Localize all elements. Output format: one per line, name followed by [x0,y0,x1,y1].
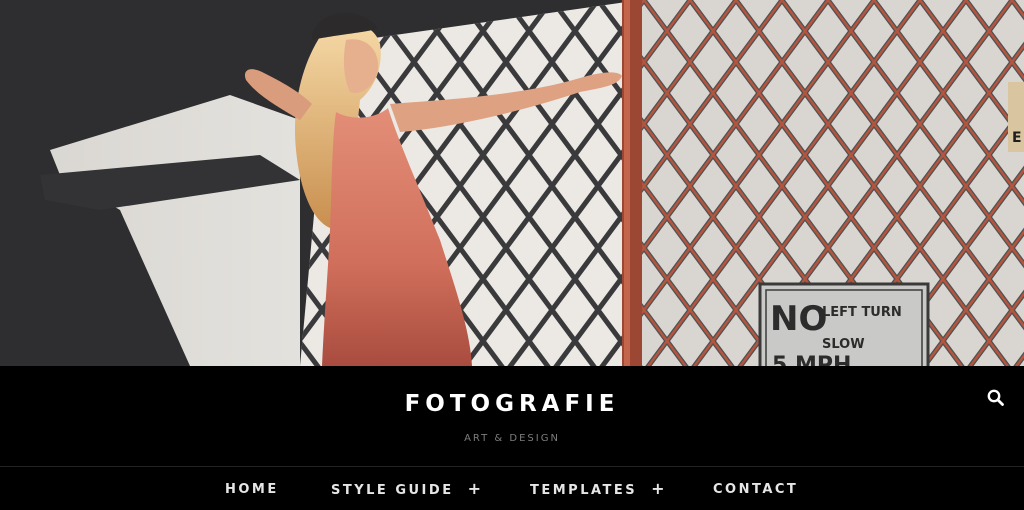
search-icon [987,389,1004,406]
nav-item-label: CONTACT [713,482,799,497]
hero-photo-illustration: NO LEFT TURN SLOW 5 MPH E [0,0,1024,366]
plus-icon[interactable]: + [651,481,667,497]
nav-item-label: TEMPLATES [530,483,638,498]
sign-text-no: NO [770,299,827,339]
nav-item-style-guide[interactable]: STYLE GUIDE + [331,481,484,499]
search-button[interactable] [986,388,1006,408]
site-header: FOTOGRAFIE ART & DESIGN [0,366,1024,467]
nav-item-contact[interactable]: CONTACT [713,482,798,497]
hero-image: NO LEFT TURN SLOW 5 MPH E [0,0,1024,366]
nav-item-label: HOME [225,482,279,497]
site-tagline: ART & DESIGN [464,433,560,444]
nav-item-home[interactable]: HOME [225,482,279,497]
site-title[interactable]: FOTOGRAFIE [0,391,1024,417]
sign-text-speed: 5 MPH [772,353,851,366]
plus-icon[interactable]: + [468,481,484,497]
sign-text-slow: SLOW [822,337,865,352]
primary-navigation: HOME STYLE GUIDE + TEMPLATES + CONTACT [0,467,1024,510]
edge-sign-letter: E [1012,130,1022,146]
sign-text-left-turn: LEFT TURN [822,305,902,320]
nav-item-label: STYLE GUIDE [331,483,454,498]
nav-item-templates[interactable]: TEMPLATES + [530,481,667,499]
